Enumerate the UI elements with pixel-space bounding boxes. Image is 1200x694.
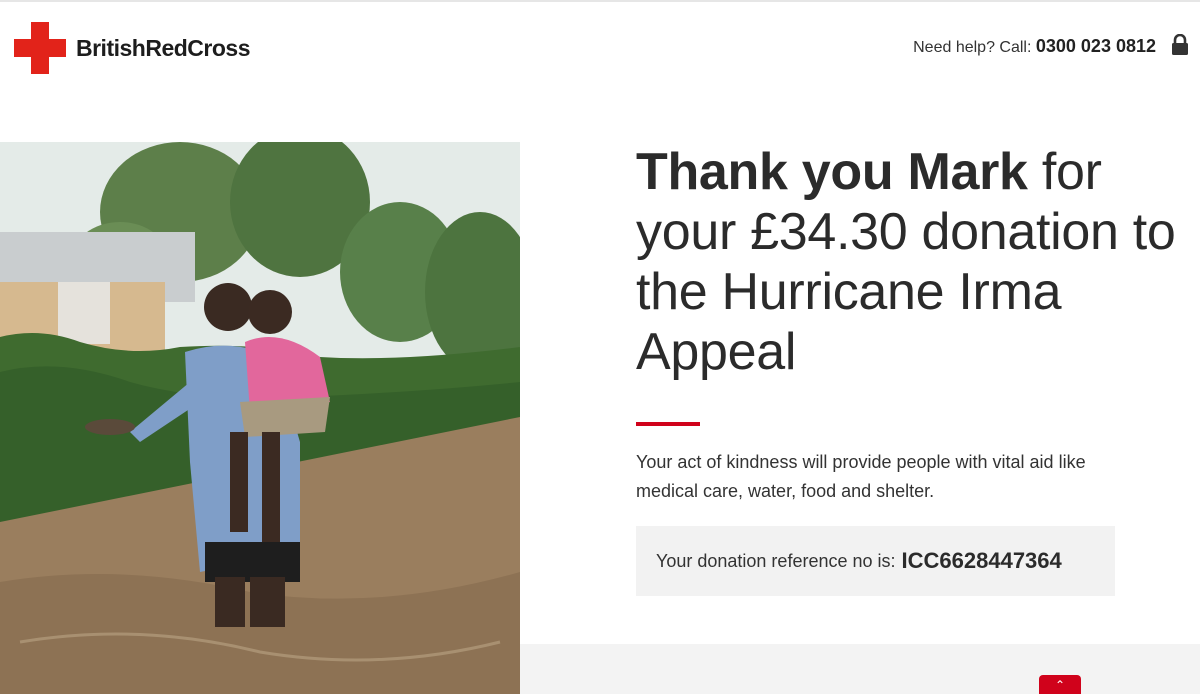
reference-label: Your donation reference no is: bbox=[656, 550, 896, 571]
logo-wordmark: BritishRedCross bbox=[76, 34, 250, 61]
red-cross-icon bbox=[14, 22, 66, 74]
back-to-top-button[interactable]: ⌃ bbox=[1039, 675, 1081, 694]
chevron-up-icon: ⌃ bbox=[1054, 677, 1066, 692]
help-line: Need help? Call: 0300 023 0812 bbox=[913, 36, 1156, 57]
british-red-cross-logo[interactable]: BritishRedCross bbox=[14, 22, 250, 74]
kindness-message: Your act of kindness will provide people… bbox=[636, 452, 1086, 501]
reference-number: ICC6628447364 bbox=[901, 548, 1062, 573]
help-phone-number[interactable]: 0300 023 0812 bbox=[1036, 36, 1156, 56]
confirmation-content: Thank you Mark for your £34.30 donation … bbox=[636, 142, 1176, 596]
footer-band bbox=[520, 644, 1200, 694]
help-prefix: Need help? Call: bbox=[913, 39, 1036, 56]
thank-you-name: Thank you Mark bbox=[636, 143, 1028, 201]
thank-you-heading: Thank you Mark for your £34.30 donation … bbox=[636, 142, 1176, 382]
donation-reference-box: Your donation reference no is: ICC662844… bbox=[636, 526, 1115, 596]
hero-photo bbox=[0, 142, 520, 694]
site-header: BritishRedCross Need help? Call: 0300 02… bbox=[0, 2, 1200, 92]
accent-divider bbox=[636, 422, 700, 426]
lock-icon bbox=[1170, 33, 1190, 56]
